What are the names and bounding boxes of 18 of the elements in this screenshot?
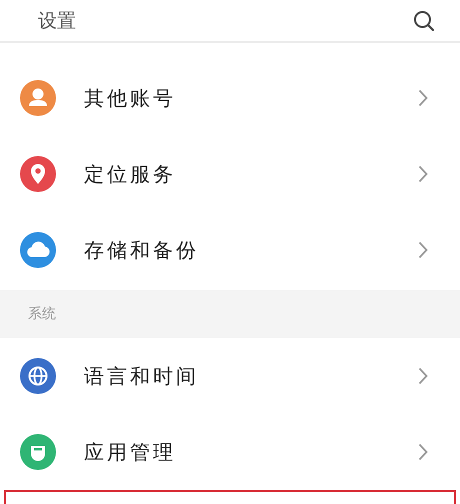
item-label: 语言和时间 [84,362,200,390]
chevron-right-icon [418,367,428,385]
settings-item[interactable]: 其他账号 [0,60,460,136]
section-title: 系统 [28,305,56,323]
page-title: 设置 [38,8,76,34]
settings-item[interactable]: 定位服务 [0,136,460,212]
chevron-right-icon [418,89,428,107]
chevron-right-icon [418,241,428,259]
chevron-right-icon [418,165,428,183]
settings-item[interactable]: 存储和备份 [0,212,460,288]
item-label: 定位服务 [84,160,177,188]
item-label: 应用管理 [84,438,177,466]
search-icon[interactable] [412,8,436,32]
item-label: 存储和备份 [84,236,200,264]
item-label: 其他账号 [84,84,177,112]
settings-item[interactable]: 语言和时间 [0,338,460,414]
chevron-right-icon [418,443,428,461]
settings-item[interactable]: 应用管理 [0,414,460,490]
